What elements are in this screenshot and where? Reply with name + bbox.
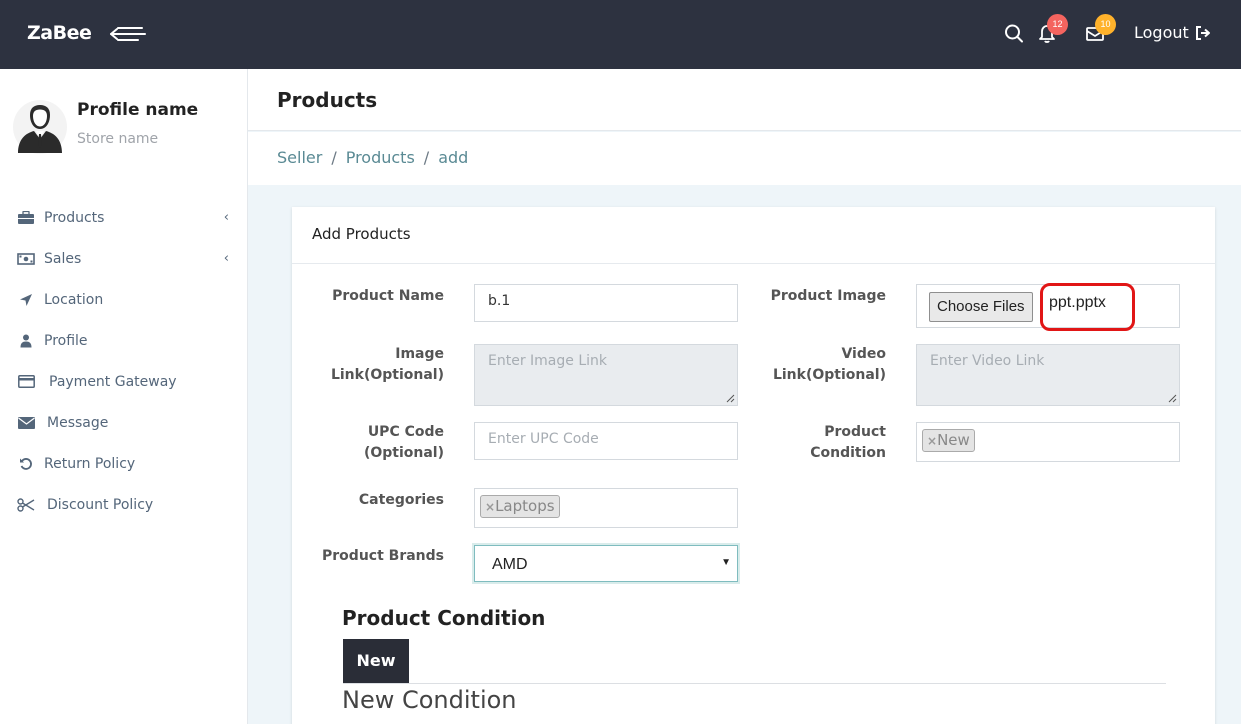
messages-envelope-icon[interactable]: 10 bbox=[1085, 14, 1116, 48]
sign-out-icon bbox=[1195, 25, 1210, 40]
sidebar-item-label: Return Policy bbox=[44, 455, 136, 472]
sidebar-item-label: Payment Gateway bbox=[49, 373, 177, 390]
image-link-label-line2: Link(Optional) bbox=[330, 367, 444, 383]
product-condition-label: Product Condition bbox=[740, 422, 886, 464]
card-title: Add Products bbox=[292, 207, 1215, 264]
sidebar-item-products[interactable]: Products ‹ bbox=[0, 197, 247, 238]
sidebar-item-label: Profile bbox=[44, 332, 88, 349]
undo-icon bbox=[16, 456, 36, 472]
sidebar-item-label: Sales bbox=[44, 250, 82, 267]
briefcase-icon bbox=[16, 210, 36, 226]
page-header: Products bbox=[248, 69, 1241, 131]
tab-divider bbox=[343, 683, 1166, 684]
avatar[interactable] bbox=[12, 99, 68, 155]
sidebar-item-sales[interactable]: Sales ‹ bbox=[0, 238, 247, 279]
image-link-placeholder: Enter Image Link bbox=[488, 353, 607, 369]
location-arrow-icon bbox=[16, 292, 36, 308]
breadcrumb-separator: / bbox=[331, 148, 337, 167]
top-navbar: ZaBee 12 10 Logout bbox=[0, 0, 1241, 69]
condition-tag-label: New bbox=[937, 431, 970, 449]
product-condition-heading: Product Condition bbox=[342, 606, 546, 630]
video-link-label: Video Link(Optional) bbox=[740, 344, 886, 386]
messages-badge: 10 bbox=[1095, 14, 1116, 35]
resize-handle-icon[interactable] bbox=[1168, 394, 1177, 403]
logout-label: Logout bbox=[1134, 23, 1189, 42]
product-condition-multiselect[interactable]: ×New bbox=[916, 422, 1180, 462]
category-tag-label: Laptops bbox=[495, 497, 555, 515]
sidebar-item-message[interactable]: Message bbox=[0, 402, 247, 443]
sidebar-item-label: Products bbox=[44, 209, 105, 226]
sidebar-toggle-icon[interactable] bbox=[108, 24, 146, 44]
sidebar-item-discount-policy[interactable]: Discount Policy bbox=[0, 484, 247, 525]
notifications-bell-icon[interactable]: 12 bbox=[1037, 14, 1068, 48]
product-brands-select[interactable]: AMD ▼ bbox=[474, 545, 738, 582]
categories-multiselect[interactable]: ×Laptops bbox=[474, 488, 738, 528]
breadcrumb-products[interactable]: Products bbox=[346, 148, 415, 167]
sidebar-item-label: Message bbox=[47, 414, 109, 431]
upc-code-input[interactable]: Enter UPC Code bbox=[474, 422, 738, 460]
logout-button[interactable]: Logout bbox=[1134, 23, 1211, 42]
upc-code-label-line1: UPC Code bbox=[367, 424, 444, 440]
resize-handle-icon[interactable] bbox=[726, 394, 735, 403]
sidebar-item-profile[interactable]: Profile bbox=[0, 320, 247, 361]
product-image-label: Product Image bbox=[770, 288, 886, 304]
file-name-highlight-annotation bbox=[1040, 283, 1135, 331]
video-link-textarea[interactable]: Enter Video Link bbox=[916, 344, 1180, 406]
sidebar-item-location[interactable]: Location bbox=[0, 279, 247, 320]
product-brands-label: Product Brands bbox=[322, 548, 444, 564]
search-icon[interactable] bbox=[1003, 22, 1029, 48]
image-link-label-line1: Image bbox=[395, 346, 444, 362]
sidebar-item-label: Location bbox=[44, 291, 104, 308]
breadcrumb-seller[interactable]: Seller bbox=[277, 148, 322, 167]
product-name-input[interactable]: b.1 bbox=[474, 284, 738, 322]
upc-code-label-line2: (Optional) bbox=[363, 445, 444, 461]
product-name-label: Product Name bbox=[332, 288, 444, 304]
sidebar-nav: Products ‹ Sales ‹ Location Profile Paym… bbox=[0, 197, 247, 525]
condition-tag: ×New bbox=[922, 429, 975, 452]
envelope-icon bbox=[16, 415, 36, 431]
page-title: Products bbox=[277, 88, 378, 112]
dropdown-arrow-icon: ▼ bbox=[721, 557, 731, 568]
chevron-left-icon: ‹ bbox=[223, 210, 229, 225]
new-condition-heading: New Condition bbox=[342, 686, 517, 714]
product-condition-label-line2: Condition bbox=[810, 445, 886, 461]
credit-card-icon bbox=[16, 374, 36, 390]
upc-code-placeholder: Enter UPC Code bbox=[488, 431, 599, 447]
breadcrumb-separator: / bbox=[423, 148, 430, 167]
image-link-label: Image Link(Optional) bbox=[300, 344, 444, 386]
breadcrumb-add: add bbox=[438, 148, 469, 167]
video-link-label-line1: Video bbox=[841, 346, 886, 362]
chevron-left-icon: ‹ bbox=[223, 251, 229, 266]
brand-logo[interactable]: ZaBee bbox=[27, 22, 92, 44]
category-tag: ×Laptops bbox=[480, 495, 560, 518]
breadcrumb-bar: Seller / Products / add bbox=[248, 132, 1241, 185]
user-icon bbox=[16, 333, 36, 349]
categories-label: Categories bbox=[358, 492, 444, 508]
video-link-label-line2: Link(Optional) bbox=[772, 367, 886, 383]
remove-tag-icon[interactable]: × bbox=[485, 500, 495, 514]
sidebar-item-label: Discount Policy bbox=[47, 496, 154, 513]
sidebar-item-return-policy[interactable]: Return Policy bbox=[0, 443, 247, 484]
sidebar: Profile name Store name Products ‹ Sales… bbox=[0, 69, 248, 724]
sidebar-item-payment-gateway[interactable]: Payment Gateway bbox=[0, 361, 247, 402]
choose-files-button[interactable]: Choose Files bbox=[929, 292, 1033, 322]
profile-name: Profile name bbox=[77, 100, 199, 120]
remove-tag-icon[interactable]: × bbox=[927, 434, 937, 448]
store-name: Store name bbox=[77, 131, 159, 147]
upc-code-label: UPC Code (Optional) bbox=[300, 422, 444, 464]
breadcrumb: Seller / Products / add bbox=[277, 148, 468, 167]
tab-new[interactable]: New bbox=[343, 639, 409, 684]
scissors-icon bbox=[16, 497, 36, 513]
image-link-textarea[interactable]: Enter Image Link bbox=[474, 344, 738, 406]
notifications-badge: 12 bbox=[1047, 14, 1068, 35]
product-condition-label-line1: Product bbox=[824, 424, 886, 440]
product-name-value: b.1 bbox=[488, 293, 511, 309]
product-brands-value: AMD bbox=[492, 556, 528, 573]
money-icon bbox=[16, 251, 36, 267]
video-link-placeholder: Enter Video Link bbox=[930, 353, 1045, 369]
